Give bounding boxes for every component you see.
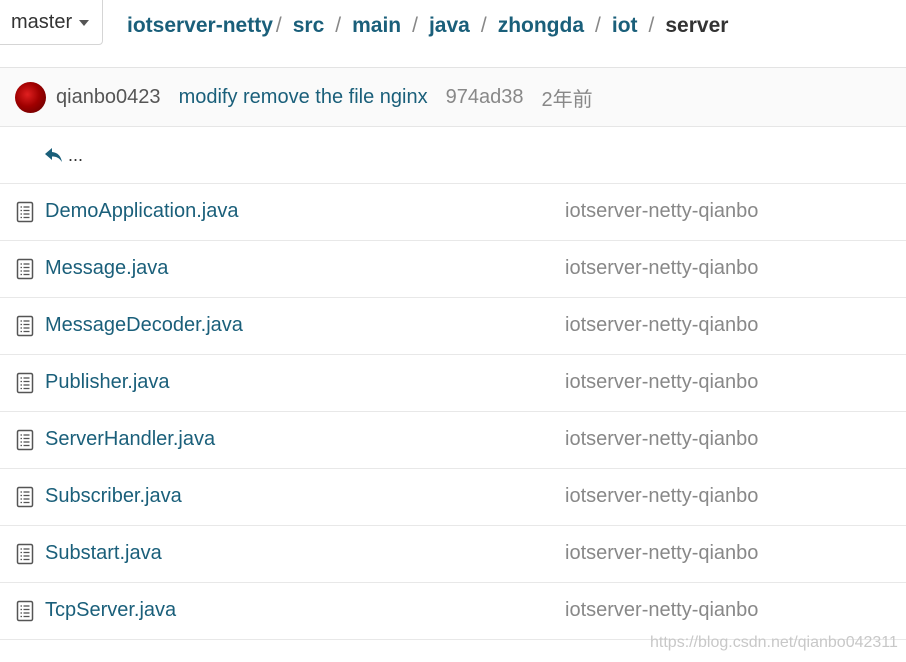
breadcrumb-repo-link[interactable]: iotserver-netty	[127, 14, 273, 38]
file-row[interactable]: Message.java iotserver-netty-qianbo	[0, 241, 906, 298]
breadcrumb-separator: /	[648, 14, 655, 37]
top-bar: master iotserver-netty / src / main / ja…	[0, 0, 906, 68]
file-last-commit-link[interactable]: iotserver-netty-qianbo	[565, 200, 758, 223]
breadcrumb: iotserver-netty / src / main / java / zh…	[127, 14, 728, 38]
file-name-link[interactable]: Subscriber.java	[45, 485, 182, 508]
file-text-icon	[16, 372, 34, 394]
branch-label: master	[11, 10, 73, 33]
repo-file-browser: master iotserver-netty / src / main / ja…	[0, 0, 906, 662]
breadcrumb-separator: /	[480, 14, 487, 37]
breadcrumb-link-src[interactable]: src	[293, 14, 325, 38]
file-row[interactable]: Subscriber.java iotserver-netty-qianbo	[0, 469, 906, 526]
file-last-commit-link[interactable]: iotserver-netty-qianbo	[565, 257, 758, 280]
breadcrumb-link-zhongda[interactable]: zhongda	[498, 14, 584, 38]
commit-time: 2年前	[541, 88, 593, 111]
commit-author[interactable]: qianbo0423	[56, 86, 161, 109]
file-last-commit-link[interactable]: iotserver-netty-qianbo	[565, 485, 758, 508]
breadcrumb-current: server	[665, 14, 729, 37]
file-name-link[interactable]: Message.java	[45, 257, 168, 280]
file-last-commit-link[interactable]: iotserver-netty-qianbo	[565, 371, 758, 394]
breadcrumb-link-java[interactable]: java	[429, 14, 470, 38]
caret-down-icon	[79, 20, 90, 26]
breadcrumb-separator: /	[335, 14, 342, 37]
avatar[interactable]	[15, 81, 46, 113]
file-row[interactable]: TcpServer.java iotserver-netty-qianbo	[0, 583, 906, 640]
file-text-icon	[16, 486, 34, 508]
file-last-commit-link[interactable]: iotserver-netty-qianbo	[565, 314, 758, 337]
file-name-link[interactable]: ServerHandler.java	[45, 428, 215, 451]
breadcrumb-separator: /	[595, 14, 601, 37]
file-name-link[interactable]: DemoApplication.java	[45, 200, 238, 223]
parent-directory-row[interactable]: ...	[0, 127, 906, 184]
file-row[interactable]: Publisher.java iotserver-netty-qianbo	[0, 355, 906, 412]
branch-select-button[interactable]: master	[0, 0, 103, 45]
file-last-commit-link[interactable]: iotserver-netty-qianbo	[565, 428, 758, 451]
file-last-commit-link[interactable]: iotserver-netty-qianbo	[565, 599, 758, 622]
file-text-icon	[16, 315, 34, 337]
latest-commit-bar: qianbo0423 modify remove the file nginx …	[0, 68, 906, 127]
commit-message-link[interactable]: modify remove the file nginx	[179, 86, 428, 109]
commit-sha[interactable]: 974ad38	[446, 86, 524, 109]
back-arrow-icon	[45, 148, 62, 162]
file-text-icon	[16, 201, 34, 223]
file-row[interactable]: Substart.java iotserver-netty-qianbo	[0, 526, 906, 583]
breadcrumb-separator: /	[412, 14, 418, 37]
parent-directory-label: ...	[68, 145, 84, 165]
file-text-icon	[16, 258, 34, 280]
file-name-link[interactable]: Publisher.java	[45, 371, 170, 394]
file-last-commit-link[interactable]: iotserver-netty-qianbo	[565, 542, 758, 565]
file-list: ... DemoApplication.java iotserver-netty…	[0, 127, 906, 640]
file-name-link[interactable]: MessageDecoder.java	[45, 314, 243, 337]
file-name-link[interactable]: TcpServer.java	[45, 599, 176, 622]
file-row[interactable]: DemoApplication.java iotserver-netty-qia…	[0, 184, 906, 241]
file-text-icon	[16, 543, 34, 565]
breadcrumb-separator: /	[275, 14, 282, 37]
breadcrumb-link-main[interactable]: main	[352, 14, 401, 38]
file-text-icon	[16, 600, 34, 622]
file-name-link[interactable]: Substart.java	[45, 542, 162, 565]
breadcrumb-link-iot[interactable]: iot	[612, 14, 638, 38]
file-text-icon	[16, 429, 34, 451]
file-row[interactable]: ServerHandler.java iotserver-netty-qianb…	[0, 412, 906, 469]
file-row[interactable]: MessageDecoder.java iotserver-netty-qian…	[0, 298, 906, 355]
watermark: https://blog.csdn.net/qianbo042311	[650, 634, 898, 651]
